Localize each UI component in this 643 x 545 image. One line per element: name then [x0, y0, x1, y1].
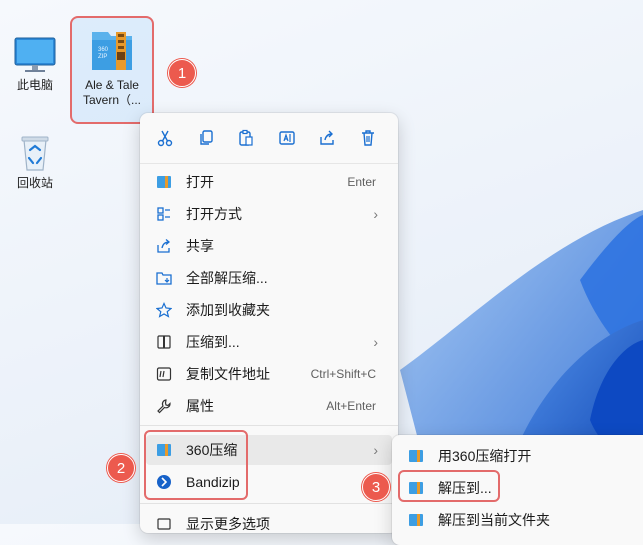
menu-item-shortcut: Ctrl+Shift+C	[310, 367, 376, 381]
compress-icon	[157, 335, 171, 349]
cut-button[interactable]	[154, 127, 176, 149]
copy-icon	[200, 130, 213, 145]
menu-item-open[interactable]: 打开 Enter	[146, 167, 392, 197]
step-badge-2: 2	[107, 454, 135, 482]
menu-item-shortcut: Alt+Enter	[326, 399, 376, 413]
desktop-icon-label: 此电脑	[16, 78, 53, 92]
selected-archive-file[interactable]: 360 ZIP Ale & Tale Tavern（...	[70, 16, 154, 124]
zip-archive-icon: 360 ZIP	[92, 32, 132, 70]
menu-item-label: 共享	[186, 238, 214, 254]
extract-folder-icon	[156, 272, 172, 285]
open-with-icon	[157, 207, 170, 221]
recycle-bin-icon	[21, 136, 49, 171]
paste-icon	[239, 129, 253, 146]
star-icon	[156, 302, 172, 318]
share-button[interactable]	[316, 127, 338, 149]
menu-separator	[140, 425, 398, 426]
share-icon	[157, 239, 171, 253]
menu-item-label: 属性	[186, 398, 214, 414]
menu-item-shortcut: Enter	[347, 175, 376, 189]
menu-item-open-with[interactable]: 打开方式 ›	[146, 199, 392, 229]
menu-item-label: 添加到收藏夹	[186, 302, 270, 318]
file-label-line2: Tavern（...	[82, 93, 142, 107]
step-badge-1: 1	[168, 59, 196, 87]
svg-text:ZIP: ZIP	[98, 54, 107, 60]
chevron-right-icon: ›	[373, 442, 378, 458]
menu-item-show-more-options[interactable]: 显示更多选项	[146, 509, 392, 539]
paste-button[interactable]	[235, 127, 257, 149]
menu-item-share[interactable]: 共享	[146, 231, 392, 261]
menu-item-label: 解压到当前文件夹	[438, 512, 550, 528]
highlight-box-360-bandizip	[144, 430, 248, 500]
copy-button[interactable]	[195, 127, 217, 149]
menu-item-compress-to[interactable]: 压缩到... ›	[146, 327, 392, 357]
cut-icon	[157, 130, 173, 147]
menu-item-copy-path[interactable]: 复制文件地址 Ctrl+Shift+C	[146, 359, 392, 389]
menu-item-label: 打开方式	[186, 206, 242, 222]
desktop-icon-recycle-bin[interactable]: 回收站	[10, 132, 60, 191]
zip-file-icon	[157, 176, 171, 188]
more-options-icon	[157, 518, 171, 530]
menu-item-label: 复制文件地址	[186, 366, 270, 382]
delete-icon	[362, 130, 374, 146]
file-label-line1: Ale & Tale	[85, 78, 139, 92]
delete-button[interactable]	[357, 127, 379, 149]
rename-icon	[279, 131, 295, 145]
rename-button[interactable]	[276, 127, 298, 149]
chevron-right-icon: ›	[373, 206, 378, 222]
submenu-item-open-with-360[interactable]: 用360压缩打开	[398, 441, 642, 471]
copy-path-icon	[156, 367, 172, 381]
menu-item-properties[interactable]: 属性 Alt+Enter	[146, 391, 392, 421]
submenu-item-extract-here[interactable]: 解压到当前文件夹	[398, 505, 642, 535]
wrench-icon	[157, 399, 171, 414]
menu-item-label: 显示更多选项	[186, 516, 270, 532]
menu-item-label: 打开	[186, 174, 214, 190]
menu-item-add-favorites[interactable]: 添加到收藏夹	[146, 295, 392, 325]
chevron-right-icon: ›	[373, 334, 378, 350]
zip-file-icon	[409, 450, 423, 462]
zip-file-icon	[409, 514, 423, 526]
context-menu-toolbar	[140, 113, 398, 164]
menu-item-extract-all[interactable]: 全部解压缩...	[146, 263, 392, 293]
highlight-box-extract-to	[398, 470, 500, 502]
share-icon	[320, 130, 334, 145]
monitor-icon	[14, 37, 56, 72]
svg-text:360: 360	[98, 47, 109, 53]
step-badge-3: 3	[362, 473, 390, 501]
menu-item-label: 用360压缩打开	[438, 448, 532, 464]
desktop-icon-this-pc[interactable]: 此电脑	[10, 36, 60, 93]
menu-separator	[140, 503, 398, 504]
menu-item-label: 压缩到...	[186, 334, 240, 350]
menu-item-label: 全部解压缩...	[186, 270, 268, 286]
desktop-icon-label: 回收站	[16, 176, 53, 190]
file-label: Ale & Tale Tavern（...	[74, 78, 150, 108]
